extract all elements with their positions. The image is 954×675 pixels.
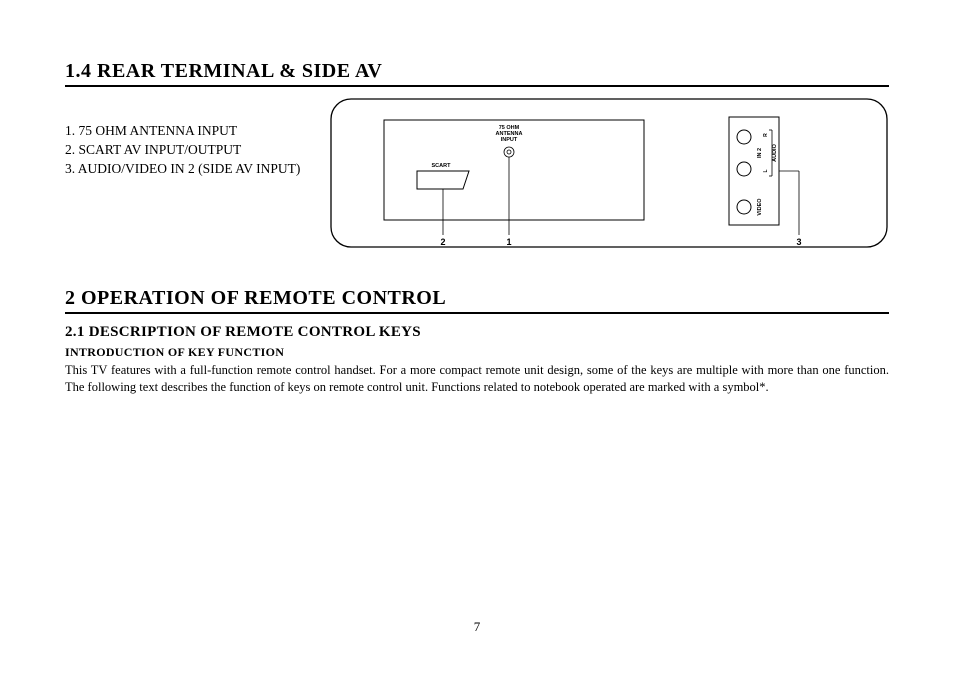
panel-outline-icon xyxy=(331,99,887,247)
rear-terminal-diagram: 75 OHM ANTENNA INPUT SCART 2 1 xyxy=(329,97,889,262)
section-2-heading: 2 OPERATION OF REMOTE CONTROL xyxy=(65,287,889,314)
body-paragraph: This TV features with a full-function re… xyxy=(65,362,889,396)
av-jack-icon xyxy=(737,200,751,214)
list-item: 2. SCART AV INPUT/OUTPUT xyxy=(65,141,329,160)
callout-number: 3 xyxy=(796,237,801,247)
side-av-panel-icon xyxy=(729,117,779,225)
section-1-heading: 1.4 REAR TERMINAL & SIDE AV xyxy=(65,60,889,87)
antenna-socket-icon xyxy=(504,147,514,157)
list-item: 1. 75 OHM ANTENNA INPUT xyxy=(65,122,329,141)
page-number: 7 xyxy=(0,619,954,635)
side-label: VIDEO xyxy=(757,198,763,216)
list-item: 3. AUDIO/VIDEO IN 2 (SIDE AV INPUT) xyxy=(65,160,329,179)
side-label: L xyxy=(763,169,769,172)
scart-label: SCART xyxy=(432,163,452,169)
section-1-content-row: 1. 75 OHM ANTENNA INPUT 2. SCART AV INPU… xyxy=(65,97,889,262)
intro-heading: INTRODUCTION OF KEY FUNCTION xyxy=(65,345,889,360)
antenna-socket-icon xyxy=(507,150,511,154)
av-jack-icon xyxy=(737,130,751,144)
callout-number: 2 xyxy=(440,237,445,247)
side-label: AUDIO xyxy=(772,143,778,161)
antenna-label: INPUT xyxy=(501,137,518,143)
side-label: R xyxy=(763,133,769,137)
callout-number: 1 xyxy=(506,237,511,247)
av-jack-icon xyxy=(737,162,751,176)
scart-socket-icon xyxy=(417,171,469,189)
side-label: IN 2 xyxy=(757,148,763,158)
manual-page: 1.4 REAR TERMINAL & SIDE AV 1. 75 OHM AN… xyxy=(0,0,954,396)
terminal-list: 1. 75 OHM ANTENNA INPUT 2. SCART AV INPU… xyxy=(65,97,329,179)
section-2-1-heading: 2.1 DESCRIPTION OF REMOTE CONTROL KEYS xyxy=(65,324,889,341)
